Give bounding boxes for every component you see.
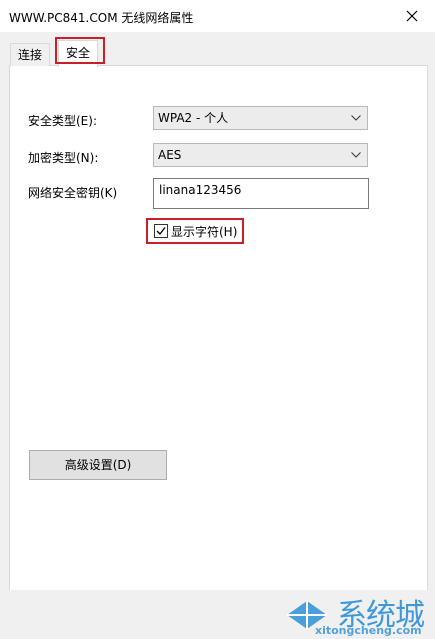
watermark: 系统城 xitongcheng.com [285, 590, 430, 637]
title-bar: WWW.PC841.COM 无线网络属性 [0, 0, 435, 32]
encryption-type-label: 加密类型(N): [28, 151, 99, 165]
tab-connection-label: 连接 [18, 48, 43, 62]
network-key-value: linana123456 [159, 183, 242, 197]
security-type-select[interactable]: WPA2 - 个人 [153, 106, 368, 130]
network-key-input[interactable]: linana123456 [153, 178, 369, 209]
encryption-type-value: AES [158, 148, 182, 162]
security-tab-highlight [55, 37, 105, 64]
advanced-settings-button[interactable]: 高级设置(D) [29, 450, 167, 480]
chevron-down-icon [351, 152, 361, 158]
chevron-down-icon [351, 115, 361, 121]
close-icon [406, 10, 418, 22]
close-button[interactable] [389, 0, 435, 32]
properties-window: WWW.PC841.COM 无线网络属性 连接 安全 安全类型(E): WPA2… [0, 0, 435, 639]
checkbox-highlight [146, 218, 244, 244]
tab-connection[interactable]: 连接 [10, 43, 51, 66]
security-type-label: 安全类型(E): [28, 114, 97, 128]
encryption-type-select[interactable]: AES [153, 143, 368, 167]
network-key-label: 网络安全密钥(K) [28, 186, 118, 200]
watermark-subtext: xitongcheng.com [315, 624, 422, 637]
window-title: WWW.PC841.COM 无线网络属性 [9, 11, 194, 25]
security-type-value: WPA2 - 个人 [158, 111, 229, 125]
